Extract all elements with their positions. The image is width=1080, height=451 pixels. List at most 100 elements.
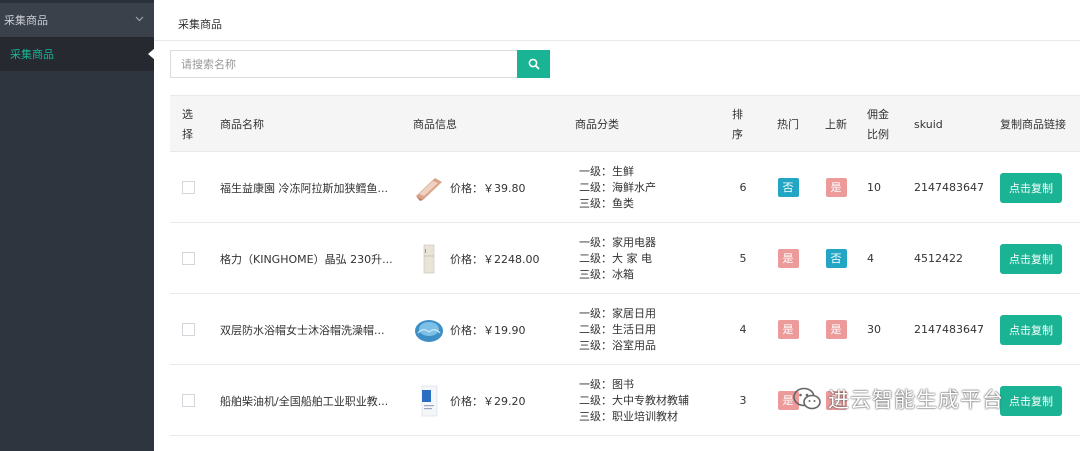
hot-cell: 是 [770, 223, 806, 294]
new-cell: 否 [818, 223, 854, 294]
product-name-cell: 船舶柴油机/全国船舶工业职业教... [220, 365, 405, 436]
header-name: 商品名称 [220, 117, 264, 131]
header-skuid: skuid [914, 117, 943, 131]
new-badge[interactable]: 是 [825, 320, 847, 339]
watermark-text: 进云智能生成平台 [828, 388, 1004, 412]
category-cell: 一级：家用电器 二级：大 家 电 三级：冰箱 [575, 223, 725, 294]
product-name: 格力（KINGHOME）晶弘 230升... [220, 252, 393, 266]
product-name: 双层防水浴帽女士沐浴帽洗澡帽... [220, 323, 385, 337]
copy-link-button[interactable]: 点击复制 [1000, 172, 1062, 203]
product-info-cell: 价格：￥29.20 [413, 365, 563, 436]
category-level2: 二级：生活日用 [579, 322, 656, 336]
copy-cell: 点击复制 [1000, 294, 1080, 365]
hot-badge[interactable]: 是 [777, 320, 799, 339]
header-info: 商品信息 [413, 117, 457, 131]
copy-link-button[interactable]: 点击复制 [1000, 314, 1062, 345]
product-thumbnail [413, 313, 445, 346]
new-cell: 是 [818, 152, 854, 223]
product-thumbnail [413, 171, 445, 204]
row-select-cell [182, 223, 204, 294]
product-info-cell: 价格：￥39.80 [413, 152, 563, 223]
search-button[interactable] [517, 50, 550, 78]
divider [154, 40, 1080, 41]
header-category: 商品分类 [575, 117, 619, 131]
search-bar: 请搜索名称 [170, 50, 550, 78]
row-checkbox[interactable] [182, 252, 195, 265]
table-row: 格力（KINGHOME）晶弘 230升... 价格：￥2248.00 一级：家用… [170, 223, 1080, 294]
ratio-value: 30 [867, 323, 881, 336]
product-info-cell: 价格：￥2248.00 [413, 223, 563, 294]
product-thumbnail [413, 242, 445, 275]
search-placeholder: 请搜索名称 [181, 58, 236, 71]
sidebar-group-label: 采集商品 [4, 14, 48, 27]
ratio-value: 4 [867, 252, 874, 265]
sort-value: 6 [739, 181, 747, 194]
product-price: 价格：￥2248.00 [450, 252, 540, 266]
search-icon [528, 58, 540, 70]
table-row: 双层防水浴帽女士沐浴帽洗澡帽... 价格：￥19.90 一级：家居日用 二级：生… [170, 294, 1080, 365]
sidebar-group-collect[interactable]: 采集商品 [0, 0, 154, 37]
category-cell: 一级：家居日用 二级：生活日用 三级：浴室用品 [575, 294, 725, 365]
category-level3: 三级：冰箱 [579, 267, 634, 281]
row-checkbox[interactable] [182, 181, 195, 194]
row-select-cell [182, 294, 204, 365]
product-name-cell: 双层防水浴帽女士沐浴帽洗澡帽... [220, 294, 405, 365]
product-name-cell: 福生益康園 冷冻阿拉斯加狭鳕鱼... [220, 152, 405, 223]
category-level1: 一级：家用电器 [579, 235, 656, 249]
hot-cell: 是 [770, 294, 806, 365]
new-badge[interactable]: 否 [825, 249, 847, 268]
ratio-value: 10 [867, 181, 881, 194]
wechat-icon [793, 387, 821, 410]
row-select-cell [182, 152, 204, 223]
table-header: 选择 商品名称 商品信息 商品分类 排序 热门 上新 佣金比例 skuid 复制… [170, 95, 1080, 152]
copy-link-button[interactable]: 点击复制 [1000, 243, 1062, 274]
category-cell: 一级：生鲜 二级：海鲜水产 三级：鱼类 [575, 152, 725, 223]
header-hot: 热门 [777, 117, 799, 131]
sidebar-item-collect[interactable]: 采集商品 [0, 37, 155, 71]
skuid-value: 2147483647 [914, 323, 984, 336]
hot-cell: 否 [770, 152, 806, 223]
copy-link-button[interactable]: 点击复制 [1000, 385, 1062, 416]
sort-value: 4 [739, 323, 747, 336]
product-info-cell: 价格：￥19.90 [413, 294, 563, 365]
sidebar: 采集商品 采集商品 [0, 0, 155, 451]
category-level3: 三级：职业培训教材 [579, 409, 678, 423]
header-select: 选择 [182, 107, 193, 141]
category-cell: 一级：图书 二级：大中专教材教辅 三级：职业培训教材 [575, 365, 725, 436]
header-sort: 排序 [732, 107, 743, 141]
row-checkbox[interactable] [182, 394, 195, 407]
hot-badge[interactable]: 否 [777, 178, 799, 197]
chevron-down-icon [135, 15, 144, 25]
new-badge[interactable]: 是 [825, 178, 847, 197]
category-level2: 二级：大中专教材教辅 [579, 393, 689, 407]
search-input[interactable]: 请搜索名称 [170, 50, 517, 78]
product-name: 福生益康園 冷冻阿拉斯加狭鳕鱼... [220, 181, 388, 195]
category-level1: 一级：生鲜 [579, 164, 634, 178]
product-price: 价格：￥29.20 [450, 394, 526, 408]
category-level2: 二级：大 家 电 [579, 251, 652, 265]
category-level1: 一级：家居日用 [579, 306, 656, 320]
category-level2: 二级：海鲜水产 [579, 180, 656, 194]
table-row: 福生益康園 冷冻阿拉斯加狭鳕鱼... 价格：￥39.80 一级：生鲜 二级：海鲜… [170, 152, 1080, 223]
product-name: 船舶柴油机/全国船舶工业职业教... [220, 394, 389, 408]
header-ratio: 佣金比例 [867, 107, 889, 141]
header-copy: 复制商品链接 [1000, 117, 1066, 131]
product-price: 价格：￥39.80 [450, 181, 526, 195]
row-checkbox[interactable] [182, 323, 195, 336]
header-new: 上新 [825, 117, 847, 131]
category-level3: 三级：鱼类 [579, 196, 634, 210]
copy-cell: 点击复制 [1000, 365, 1080, 436]
copy-cell: 点击复制 [1000, 223, 1080, 294]
hot-badge[interactable]: 是 [777, 249, 799, 268]
product-thumbnail [413, 384, 445, 417]
new-cell: 是 [818, 294, 854, 365]
sort-value: 3 [739, 394, 747, 407]
category-level1: 一级：图书 [579, 377, 634, 391]
sort-value: 5 [739, 252, 747, 265]
skuid-value: 2147483647 [914, 181, 984, 194]
row-select-cell [182, 365, 204, 436]
copy-cell: 点击复制 [1000, 152, 1080, 223]
product-name-cell: 格力（KINGHOME）晶弘 230升... [220, 223, 405, 294]
watermark: 进云智能生成平台 [792, 384, 1004, 414]
skuid-value: 4512422 [914, 252, 963, 265]
